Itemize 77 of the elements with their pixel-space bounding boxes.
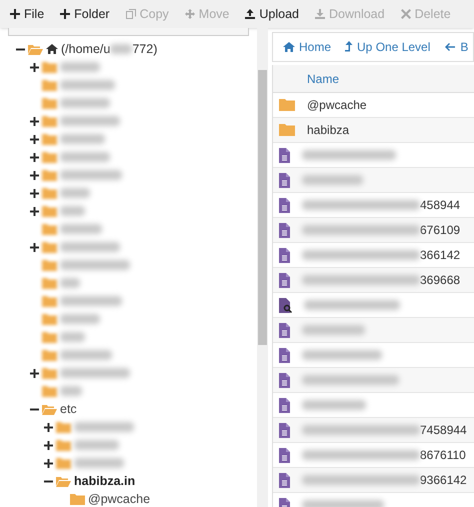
folder-icon [42, 278, 57, 288]
folder-icon [42, 188, 57, 198]
folder-name[interactable]: (/home/u [61, 40, 110, 58]
folder-icon [279, 99, 295, 111]
file-name[interactable]: @pwcache [307, 96, 367, 114]
folder-icon [42, 386, 57, 396]
document-icon [279, 248, 290, 262]
document-icon [279, 198, 290, 212]
folder-icon [42, 62, 57, 72]
folder-icon [56, 440, 71, 450]
folder-name[interactable]: etc [60, 400, 77, 418]
folder-icon [42, 134, 57, 144]
folder-icon [279, 124, 295, 136]
folder-icon [42, 206, 57, 216]
column-header[interactable]: Name [307, 70, 340, 88]
toolbar-button[interactable]: Upload [245, 4, 299, 24]
file-name[interactable]: 7458944 [420, 421, 467, 439]
document-icon [279, 422, 290, 438]
folder-icon [42, 170, 57, 180]
search-field[interactable] [8, 28, 249, 36]
nav-link[interactable]: Home [283, 38, 332, 56]
document-icon [279, 372, 290, 388]
file-name[interactable]: 9366142 [420, 471, 467, 489]
upload-icon [245, 9, 256, 19]
document-icon [279, 148, 290, 162]
file-name[interactable]: 676109 [420, 221, 460, 239]
folder-icon [70, 494, 85, 504]
folder-name[interactable]: 772) [132, 40, 158, 58]
open-folder-icon [28, 44, 43, 54]
document-icon [279, 348, 290, 362]
folder-icon [56, 422, 71, 432]
file-name[interactable]: habibza [307, 121, 350, 139]
folder-icon [42, 242, 57, 252]
document-icon [279, 222, 290, 238]
scrollbar[interactable] [257, 28, 268, 507]
folder-name[interactable]: @pwcache [88, 490, 150, 507]
open-folder-icon [42, 404, 57, 414]
folder-icon [42, 98, 57, 108]
folder-icon [42, 80, 57, 90]
folder-icon [42, 332, 57, 342]
folder-icon [42, 350, 57, 360]
download-icon [314, 9, 325, 19]
folder-icon [42, 368, 57, 378]
file-name[interactable]: 8676110 [420, 446, 466, 464]
up-arrow-icon [345, 41, 354, 53]
document-icon [279, 272, 290, 288]
home-icon [283, 42, 295, 52]
folder-icon [42, 152, 57, 162]
home-icon [46, 44, 58, 54]
file-name[interactable]: 458944 [420, 196, 460, 214]
left-arrow-icon [444, 42, 456, 52]
plus-icon [10, 9, 20, 19]
file-name[interactable]: 366142 [420, 246, 460, 264]
folder-icon [42, 314, 57, 324]
document-search-icon [279, 298, 292, 312]
nav-link[interactable]: B [444, 38, 468, 56]
document-icon [279, 172, 290, 188]
document-icon [279, 322, 290, 338]
file-name[interactable]: 369668 [420, 271, 460, 289]
folder-name[interactable]: habibza.in [74, 472, 136, 490]
document-icon [279, 472, 290, 488]
close-icon [400, 9, 411, 19]
document-icon [279, 398, 290, 412]
copy-icon [126, 9, 136, 19]
document-icon [279, 448, 290, 462]
folder-icon [42, 224, 57, 234]
open-folder-icon [56, 476, 71, 486]
plus-icon [60, 9, 70, 19]
folder-icon [42, 116, 57, 126]
folder-icon [56, 458, 71, 468]
scrollbar-thumb[interactable] [258, 70, 267, 345]
folder-icon [42, 296, 57, 306]
toolbar-button[interactable]: Folder [60, 4, 110, 24]
nav-link[interactable]: Up One Level [345, 38, 430, 56]
toolbar-button[interactable]: File [10, 4, 44, 24]
folder-icon [42, 260, 57, 270]
move-icon [184, 9, 195, 19]
